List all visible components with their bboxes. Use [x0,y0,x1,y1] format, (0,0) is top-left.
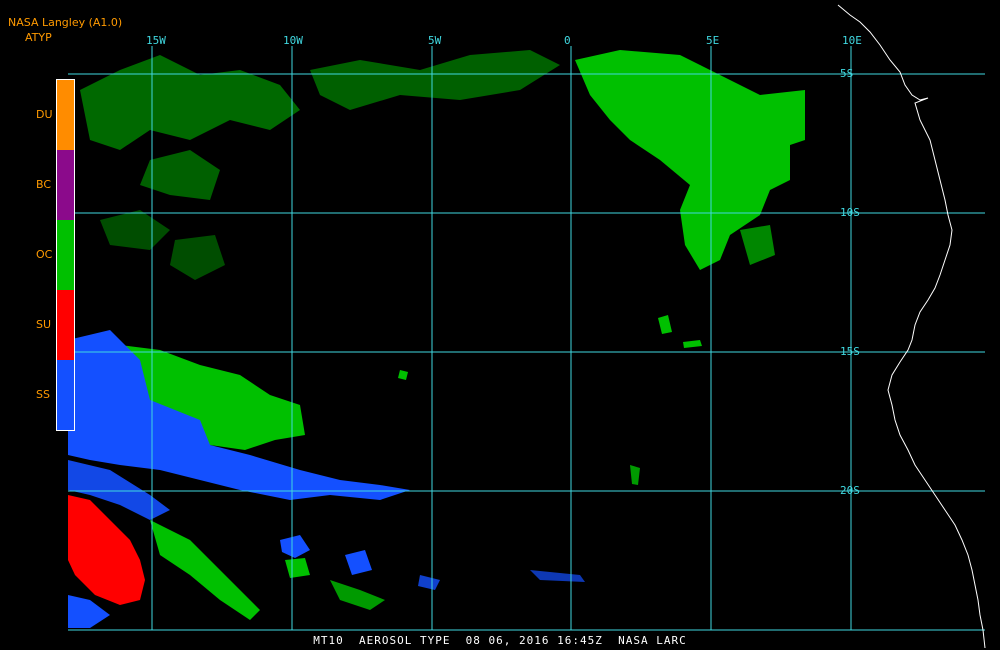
legend-swatch-ss [57,360,74,430]
legend-swatch-su [57,290,74,360]
field-label: ATYP [25,31,52,44]
legend-swatch-oc [57,220,74,290]
aerosol-type-map: 15W 10W 5W 0 5E 10E 5S 10S 15S 20S [0,0,1000,650]
lat-label-5s: 5S [840,67,853,80]
aerosol-type-legend [56,79,75,431]
lon-label-10e: 10E [842,34,862,47]
legend-label-su: SU [36,318,52,331]
legend-label-du: DU [36,108,53,121]
lat-label-10s: 10S [840,206,860,219]
legend-label-bc: BC [36,178,52,191]
legend-label-ss: SS [36,388,50,401]
lon-label-15w: 15W [146,34,166,47]
lon-label-5w: 5W [428,34,442,47]
producer-label: NASA Langley (A1.0) [8,16,123,29]
map-footer-caption: MT10 AEROSOL TYPE 08 06, 2016 16:45Z NAS… [313,634,687,647]
legend-swatch-du [57,80,74,150]
legend-label-oc: OC [36,248,53,261]
lon-label-5e: 5E [706,34,719,47]
lat-label-15s: 15S [840,345,860,358]
lon-label-10w: 10W [283,34,303,47]
lat-label-20s: 20S [840,484,860,497]
legend-swatch-bc [57,150,74,220]
lon-label-0: 0 [564,34,571,47]
